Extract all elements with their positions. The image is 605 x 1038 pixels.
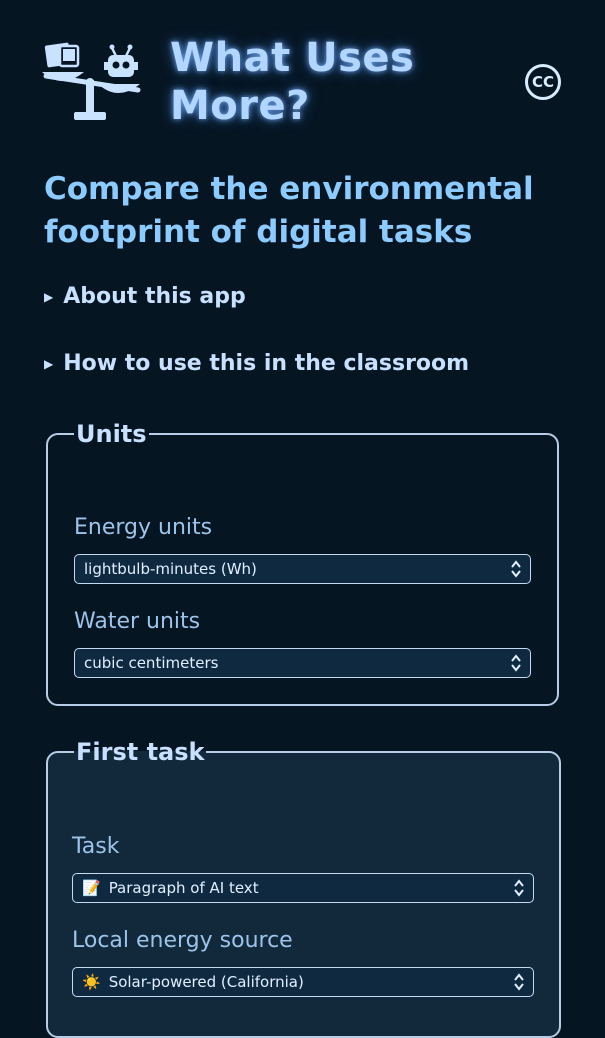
energy-units-label: Energy units <box>74 515 213 540</box>
water-units-label: Water units <box>74 609 201 634</box>
task-select[interactable]: 📝 Paragraph of AI text <box>72 873 534 903</box>
energy-source-select[interactable]: ☀️ Solar-powered (California) <box>72 967 534 997</box>
about-app-label: About this app <box>63 284 246 309</box>
select-arrows-icon <box>514 879 524 897</box>
page-subtitle: Compare the environmental footprint of d… <box>44 171 534 250</box>
first-task-legend: First task <box>76 738 205 766</box>
energy-source-label: Local energy source <box>72 928 293 953</box>
classroom-label: How to use this in the classroom <box>63 351 470 376</box>
app-title: What Uses More? <box>170 34 414 130</box>
about-app-disclosure[interactable]: ▶ About this app <box>44 284 246 309</box>
energy-units-value: lightbulb-minutes (Wh) <box>84 560 257 578</box>
units-legend: Units <box>76 420 147 448</box>
disclosure-triangle-icon: ▶ <box>44 356 54 371</box>
task-value: Paragraph of AI text <box>108 879 259 897</box>
select-arrows-icon <box>511 654 521 672</box>
select-arrows-icon <box>511 560 521 578</box>
memo-icon: 📝 <box>82 879 101 897</box>
scale-phone-robot-icon <box>42 42 141 120</box>
energy-source-value: Solar-powered (California) <box>108 973 304 991</box>
energy-units-select[interactable]: lightbulb-minutes (Wh) <box>74 554 531 584</box>
disclosure-triangle-icon: ▶ <box>44 289 54 304</box>
select-arrows-icon <box>514 973 524 991</box>
water-units-value: cubic centimeters <box>84 654 219 672</box>
app-title-line2: More? <box>170 83 310 129</box>
app-title-line1: What Uses <box>170 35 415 81</box>
sun-icon: ☀️ <box>82 973 101 991</box>
water-units-select[interactable]: cubic centimeters <box>74 648 531 678</box>
app-header: What Uses More? CC <box>40 34 565 134</box>
creative-commons-badge[interactable]: CC <box>525 64 561 100</box>
task-label: Task <box>72 834 120 859</box>
classroom-disclosure[interactable]: ▶ How to use this in the classroom <box>44 351 469 376</box>
